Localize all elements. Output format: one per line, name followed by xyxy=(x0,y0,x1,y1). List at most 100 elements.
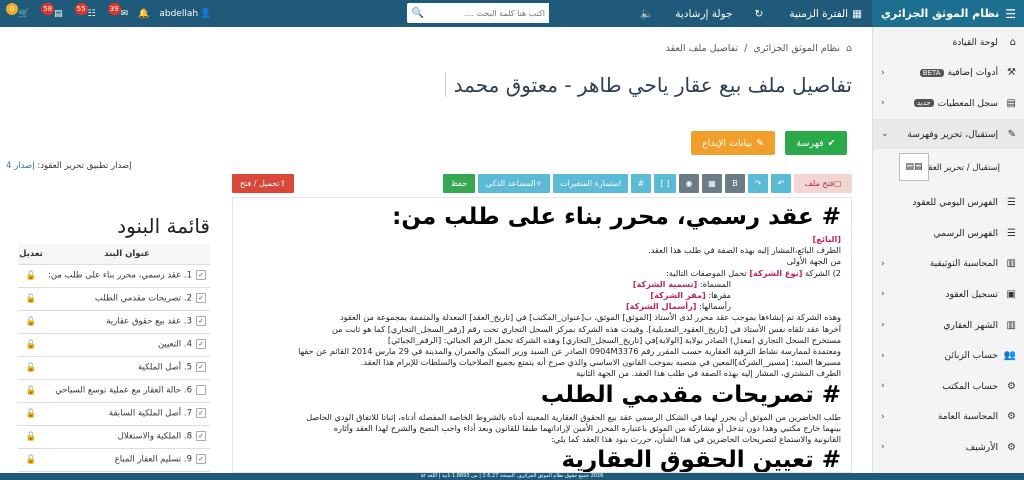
messages-badge: 39 xyxy=(107,2,121,15)
table-button[interactable]: ▦ xyxy=(702,174,722,193)
guided-tour-button[interactable]: جولة إرشادية xyxy=(675,8,732,20)
search-icon[interactable]: 🔍 xyxy=(407,3,429,23)
open-file-button[interactable]: ▢ فتح ملف xyxy=(794,174,852,193)
clause-checkbox[interactable] xyxy=(196,385,206,396)
sidebar-item-office-account[interactable]: ⚙ حساب المكتب ‹ xyxy=(873,371,1024,402)
contract-editor[interactable]: # عقد رسمي، محرر بناء على طلب من: [البائ… xyxy=(232,197,852,473)
unlock-icon[interactable]: 🔓 xyxy=(18,448,44,472)
table-row[interactable]: ✓ 7. أصل الملكية السابقة 🔓 xyxy=(18,402,210,426)
brackets-button[interactable]: [ ] xyxy=(654,174,676,193)
breadcrumb-home[interactable]: نظام الموثق الجزائري xyxy=(753,43,840,54)
undo-button[interactable]: ↶ xyxy=(771,174,791,193)
footer: 2026 جميع حقوق نظام الموثق الجزائري، الن… xyxy=(0,473,1024,480)
preview-button[interactable]: ◉ xyxy=(679,174,699,193)
sidebar-item-daily-index[interactable]: ☰ الفهرس اليومي للعقود xyxy=(873,187,1024,218)
table-row[interactable]: ✓ 1. عقد رسمي، محرر بناء على طلب من: 🔓 xyxy=(18,264,210,288)
user-menu[interactable]: 👤 abdellah xyxy=(159,9,211,19)
home-icon[interactable]: ⌂ xyxy=(846,43,852,54)
building-icon: ▥ xyxy=(1006,319,1016,331)
unlock-icon[interactable]: 🔓 xyxy=(18,379,44,403)
files-button[interactable]: ▤ 58 xyxy=(39,2,63,20)
clause-cell: ✓ 4. التعيين xyxy=(44,333,210,357)
sidebar-item-data-register[interactable]: ▤ سجل المعطيات جديد ‹ xyxy=(873,88,1024,119)
menu-icon[interactable]: ☰ xyxy=(1005,7,1016,21)
clause-checkbox[interactable]: ✓ xyxy=(196,339,206,350)
file-icon: ▤ xyxy=(54,8,63,19)
period-button[interactable]: ▦ الفترة الزمنية xyxy=(789,8,862,20)
refresh-icon[interactable]: ↻ xyxy=(755,8,764,20)
clause-label: 4. التعيين xyxy=(157,339,192,350)
table-row[interactable]: 6. حالة العقار مع عملية توسع السياحي 🔓 xyxy=(18,379,210,403)
search-input[interactable] xyxy=(429,3,549,23)
editor-variable: [تسمية الشركة] xyxy=(632,278,698,289)
table-row[interactable]: ✓ 2. تصريحات مقدمي الطلب 🔓 xyxy=(18,287,210,311)
clause-checkbox[interactable]: ✓ xyxy=(196,454,206,465)
index-icon: ☰ xyxy=(1007,197,1016,209)
deposit-data-button[interactable]: ✎ بيانات الإيداع xyxy=(691,131,775,155)
table-row[interactable]: ✓ 4. التعيين 🔓 xyxy=(18,333,210,357)
sidebar-item-reception[interactable]: ✎ إستقبال، تحرير وفهرسة ⌄ xyxy=(873,118,1024,150)
editor-heading: # تصريحات مقدمي الطلب xyxy=(540,381,841,408)
sidebar-item-official-index[interactable]: ☰ الفهرس الرسمي xyxy=(873,218,1024,249)
cart-button[interactable]: 🛒 0 xyxy=(4,2,29,20)
unlock-icon[interactable]: 🔓 xyxy=(18,402,44,426)
clause-label: 7. أصل الملكية السابقة xyxy=(108,408,192,419)
clause-label: 2. تصريحات مقدمي الطلب xyxy=(94,293,192,304)
sidebar-item-clients-account[interactable]: 👥 حساب الزبائن ‹ xyxy=(873,340,1024,371)
sidebar-item-tools[interactable]: ⚒ أدوات إضافية BETA ‹ xyxy=(873,58,1024,89)
clause-checkbox[interactable]: ✓ xyxy=(196,270,206,281)
smart-assistant-button[interactable]: ✧ المساعد الذكي xyxy=(478,174,550,193)
chevron-left-icon: ‹ xyxy=(881,381,885,392)
table-row[interactable]: ✓ 9. تسليم العقار المباع 🔓 xyxy=(18,448,210,472)
unlock-icon[interactable]: 🔓 xyxy=(18,356,44,380)
chevron-left-icon: ‹ xyxy=(881,289,885,300)
clause-cell: ✓ 8. الملكية والاستغلال xyxy=(44,425,210,449)
files-badge: 58 xyxy=(41,2,55,15)
unlock-icon[interactable]: 🔓 xyxy=(18,287,44,311)
clause-cell: ✓ 9. تسليم العقار المباع xyxy=(44,448,210,472)
unlock-icon[interactable]: 🔓 xyxy=(18,425,44,449)
editor-line: الطرف المشتري، المشار إليه بهذه الصفة في… xyxy=(576,368,841,379)
upload-open-button[interactable]: ⇪ تحميل / فتح xyxy=(232,174,294,193)
unlock-icon[interactable]: 🔓 xyxy=(18,310,44,334)
page-title: تفاصيل ملف بيع عقار ياحي طاهر - معتوق مح… xyxy=(444,73,852,97)
sidebar-item-archive[interactable]: ⚙ الأرشيف ‹ xyxy=(873,432,1024,463)
sidebar-item-land-registry[interactable]: ▥ الشهر العقاري ‹ xyxy=(873,310,1024,341)
tasks-button[interactable]: ☷ 55 xyxy=(73,2,96,20)
breadcrumb-current: تفاصيل ملف العقد xyxy=(665,43,739,54)
sound-icon[interactable]: 🔈 xyxy=(640,7,653,20)
index-button[interactable]: ✔ فهرسة xyxy=(785,131,847,155)
unlock-icon[interactable]: 🔓 xyxy=(18,333,44,357)
bell-icon: 🔔 xyxy=(138,8,150,19)
table-row[interactable]: ✓ 5. أصل الملكية 🔓 xyxy=(18,356,210,380)
sidebar-item-dashboard[interactable]: ⌂ لوحة القيادة xyxy=(873,27,1024,58)
clause-checkbox[interactable]: ✓ xyxy=(196,408,206,419)
table-row[interactable]: ✓ 3. عقد بيع حقوق عقارية 🔓 xyxy=(18,310,210,334)
editor-line: بينهما خارج مكتبي وهذا دون تدخل أو مشارك… xyxy=(333,422,841,433)
clause-checkbox[interactable]: ✓ xyxy=(196,293,206,304)
users-icon: 👥 xyxy=(1003,350,1016,362)
sidebar-item-notary-accounting[interactable]: ▥ المحاسبة التوثيقية ‹ xyxy=(873,249,1024,280)
top-nav: ▦ الفترة الزمنية ↻ جولة إرشادية 🔈 xyxy=(640,0,862,27)
sidebar-item-contract-registration[interactable]: ▣ تسجيل العقود ‹ xyxy=(873,279,1024,310)
bold-button[interactable]: B xyxy=(725,174,745,193)
main-content: ⌂ نظام الموثق الجزائري / تفاصيل ملف العق… xyxy=(0,27,872,473)
redo-icon: ↷ xyxy=(754,179,762,188)
clause-checkbox[interactable]: ✓ xyxy=(196,431,206,442)
brand[interactable]: ☰ نظام الموثق الجزائري xyxy=(872,0,1024,27)
sidebar-subitem-contracts[interactable]: إستقبال / تحرير العقود ▤▤ xyxy=(873,149,1024,187)
heading-button[interactable]: # xyxy=(631,174,651,193)
notification-bell[interactable]: 🔔 xyxy=(138,9,149,19)
clause-checkbox[interactable]: ✓ xyxy=(196,316,206,327)
unlock-icon[interactable]: 🔓 xyxy=(18,264,44,288)
redo-button[interactable]: ↷ xyxy=(748,174,768,193)
sidebar-item-general-accounting[interactable]: ⚙ المحاسبة العامة ‹ xyxy=(873,402,1024,433)
table-row[interactable]: ✓ 8. الملكية والاستغلال 🔓 xyxy=(18,425,210,449)
messages-button[interactable]: ✉ 39 xyxy=(106,2,128,20)
save-button[interactable]: حفظ xyxy=(443,174,475,193)
editor-line: مستخرج السجل التجاري (معدل) الصادر بولاي… xyxy=(387,334,841,345)
clause-label: 6. حالة العقار مع عملية توسع السياحي xyxy=(55,385,192,396)
variables-form-button[interactable]: استمارة المتغيرات xyxy=(553,174,628,193)
clause-checkbox[interactable]: ✓ xyxy=(196,362,206,373)
release-version-link[interactable]: إصدار 4 xyxy=(6,161,35,171)
